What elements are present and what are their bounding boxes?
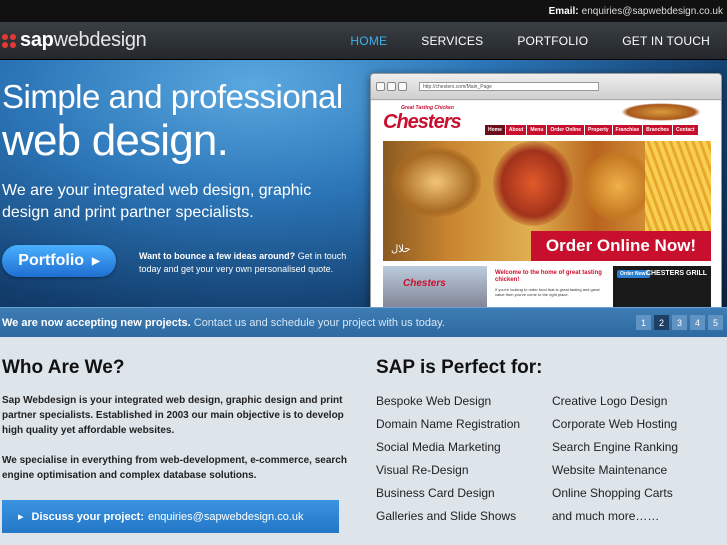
services-list-2: Creative Logo Design Corporate Web Hosti… <box>552 389 712 527</box>
welcome-text: Welcome to the home of great tasting chi… <box>495 270 602 283</box>
who-paragraph-1: Sap Webdesign is your integrated web des… <box>2 395 344 436</box>
grill-title: CHESTERS GRILL <box>645 270 707 277</box>
main-nav: sap webdesign HOME SERVICES PORTFOLIO GET… <box>0 22 727 60</box>
portfolio-button[interactable]: Portfolio ▶ <box>2 245 116 277</box>
sap-perfect-title: SAP is Perfect for: <box>376 357 543 378</box>
chesters-bottom-row: Chesters Welcome to the home of great ta… <box>383 266 711 307</box>
promo-bold: We are now accepting new projects. <box>2 316 191 329</box>
discuss-label: Discuss your project: <box>31 510 145 523</box>
promo-rest: Contact us and schedule your project wit… <box>190 316 445 329</box>
browser-chrome: http://chesters.com/Main_Page <box>371 74 721 100</box>
food-image <box>493 141 573 226</box>
pager-button-1[interactable]: 1 <box>636 315 651 330</box>
grill-box: Order Now! CHESTERS GRILL <box>613 266 711 307</box>
discuss-email: enquiries@sapwebdesign.co.uk <box>148 510 304 523</box>
promo-bar: We are now accepting new projects. Conta… <box>0 307 727 337</box>
service-item[interactable]: Visual Re-Design <box>376 458 536 481</box>
pager-button-3[interactable]: 3 <box>672 315 687 330</box>
service-item[interactable]: Website Maintenance <box>552 458 712 481</box>
browser-url: http://chesters.com/Main_Page <box>419 82 599 91</box>
service-item[interactable]: Domain Name Registration <box>376 412 536 435</box>
email-link[interactable]: enquiries@sapwebdesign.co.uk <box>582 6 723 17</box>
logo-sap: sap <box>20 29 54 51</box>
chesters-header: Great Tasting Chicken Chesters Home Abou… <box>371 101 721 135</box>
services-list-1: Bespoke Web Design Domain Name Registrat… <box>376 389 536 527</box>
nav-home[interactable]: HOME <box>333 22 404 59</box>
screenshot-page: Great Tasting Chicken Chesters Home Abou… <box>371 101 721 307</box>
slide-pager: 1 2 3 4 5 <box>636 315 723 330</box>
hero-title-line1: Simple and professional <box>2 78 343 115</box>
order-online-banner: Order Online Now! <box>531 231 711 261</box>
service-item[interactable]: and much more…… <box>552 504 712 527</box>
chesters-menu-item: Menu <box>527 125 547 135</box>
play-arrow-icon: ▶ <box>92 255 100 267</box>
nav-services[interactable]: SERVICES <box>404 22 500 59</box>
service-item[interactable]: Creative Logo Design <box>552 389 712 412</box>
chesters-food-banner: حلال Order Online Now! <box>383 141 711 261</box>
chesters-menu: Home About Menu Order Online Property Fr… <box>485 125 698 135</box>
food-image <box>583 151 653 221</box>
arrow-right-icon: ▸ <box>18 511 24 523</box>
service-item[interactable]: Business Card Design <box>376 481 536 504</box>
email-label: Email: <box>548 5 579 17</box>
browser-nav-buttons <box>376 82 407 91</box>
content-section: Who Are We? Sap Webdesign is your integr… <box>0 337 727 545</box>
pager-button-4[interactable]: 4 <box>690 315 705 330</box>
discuss-project-button[interactable]: ▸ Discuss your project: enquiries@sapweb… <box>2 500 339 533</box>
promo-text: We are now accepting new projects. Conta… <box>2 317 445 329</box>
portfolio-button-label: Portfolio <box>18 252 85 269</box>
hero-title-line2: web design. <box>2 116 229 165</box>
nav-links: HOME SERVICES PORTFOLIO GET IN TOUCH <box>333 22 727 59</box>
chesters-menu-item: Branches <box>643 125 672 135</box>
storefront-image: Chesters <box>383 266 487 307</box>
who-title: Who Are We? <box>2 357 125 378</box>
halal-text: حلال <box>391 244 411 255</box>
hero-banner: Simple and professional web design. We a… <box>0 60 727 307</box>
service-item[interactable]: Bespoke Web Design <box>376 389 536 412</box>
burger-image <box>621 103 701 121</box>
hero-subtitle: We are your integrated web design, graph… <box>2 182 312 221</box>
service-item[interactable]: Social Media Marketing <box>376 435 536 458</box>
chesters-menu-item: Home <box>485 125 505 135</box>
nav-portfolio[interactable]: PORTFOLIO <box>500 22 605 59</box>
service-item[interactable]: Galleries and Slide Shows <box>376 504 536 527</box>
portfolio-screenshot: http://chesters.com/Main_Page Great Tast… <box>370 73 722 307</box>
service-item[interactable]: Corporate Web Hosting <box>552 412 712 435</box>
bounce-bold: Want to bounce a few ideas around? <box>139 251 296 261</box>
welcome-small: If you're looking to order food that is … <box>495 287 600 297</box>
chesters-menu-item: Order Online <box>547 125 584 135</box>
storefront-logo: Chesters <box>403 278 446 289</box>
pager-button-5[interactable]: 5 <box>708 315 723 330</box>
top-bar: Email: enquiries@sapwebdesign.co.uk <box>0 0 727 22</box>
bounce-ideas-text: Want to bounce a few ideas around? Get i… <box>139 250 359 276</box>
welcome-box: Welcome to the home of great tasting chi… <box>491 266 609 307</box>
chesters-logo: Chesters <box>383 111 462 133</box>
food-image <box>391 147 481 217</box>
site-logo[interactable]: sap webdesign <box>0 29 147 52</box>
service-item[interactable]: Search Engine Ranking <box>552 435 712 458</box>
logo-dots-icon <box>2 33 16 48</box>
chesters-menu-item: About <box>505 125 527 135</box>
chesters-menu-item: Franchise <box>612 125 643 135</box>
pager-button-2[interactable]: 2 <box>654 315 669 330</box>
who-paragraph-2: We specialise in everything from web-dev… <box>2 455 347 481</box>
nav-get-in-touch[interactable]: GET IN TOUCH <box>605 22 727 59</box>
chesters-menu-item: Property <box>584 125 612 135</box>
chesters-menu-item: Contact <box>672 125 698 135</box>
fries-image <box>645 141 711 231</box>
service-item[interactable]: Online Shopping Carts <box>552 481 712 504</box>
logo-webdesign: webdesign <box>53 29 147 51</box>
